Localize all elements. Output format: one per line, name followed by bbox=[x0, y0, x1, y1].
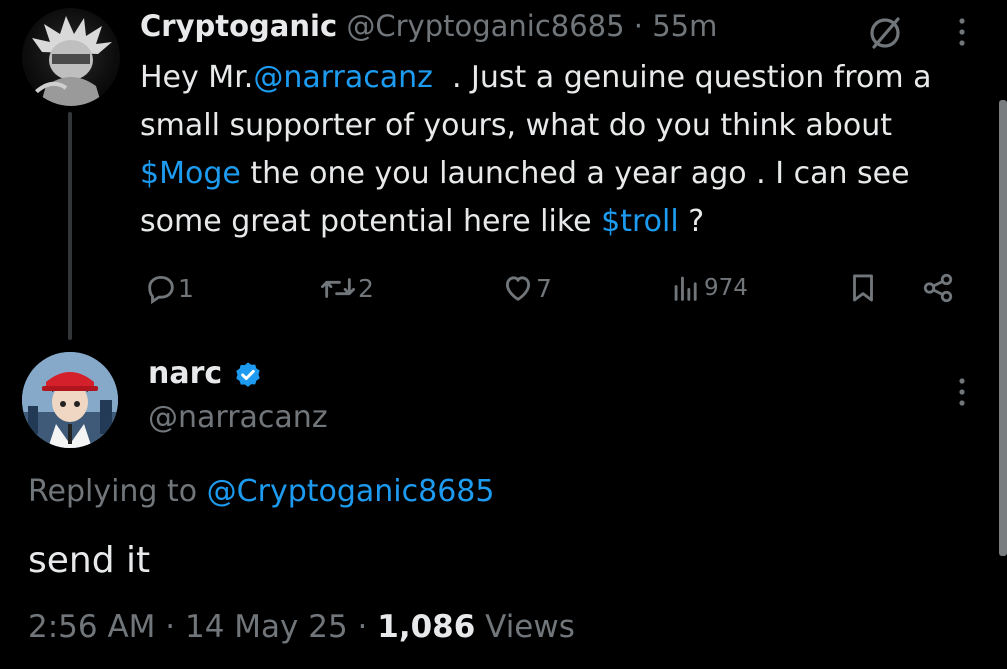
views-button[interactable]: 974 bbox=[668, 266, 748, 310]
parent-time-ago[interactable]: 55m bbox=[652, 9, 717, 43]
reply-tweet-text: send it bbox=[28, 540, 151, 581]
reply-count: 1 bbox=[178, 273, 194, 303]
reply-time[interactable]: 2:56 AM bbox=[28, 609, 155, 645]
more-icon[interactable] bbox=[952, 374, 972, 410]
verified-icon bbox=[232, 360, 264, 392]
cryptoganic-avatar[interactable] bbox=[22, 8, 120, 106]
narc-avatar[interactable] bbox=[22, 352, 118, 448]
parent-author-name[interactable]: Cryptoganic bbox=[140, 9, 337, 43]
parent-tweet-header: Cryptoganic @Cryptoganic8685 · 55m bbox=[140, 6, 717, 46]
reply-views-count: 1,086 bbox=[377, 609, 476, 645]
more-icon[interactable] bbox=[952, 14, 972, 50]
meta-separator: · bbox=[155, 609, 185, 645]
views-count: 974 bbox=[704, 275, 748, 301]
replying-to-line: Replying to @Cryptoganic8685 bbox=[28, 470, 494, 514]
cashtag-link-troll[interactable]: $troll bbox=[601, 204, 679, 239]
parent-tweet-text: Hey Mr.@narracanz . Just a genuine quest… bbox=[140, 54, 970, 246]
thread-connector-line bbox=[68, 112, 72, 340]
repost-icon bbox=[318, 271, 358, 305]
repost-button[interactable]: 2 bbox=[318, 266, 374, 310]
mention-link[interactable]: @narracanz bbox=[253, 60, 433, 95]
share-button[interactable] bbox=[918, 266, 958, 310]
reply-button[interactable]: 1 bbox=[144, 266, 194, 310]
bookmark-button[interactable] bbox=[846, 266, 880, 310]
parent-author-handle[interactable]: @Cryptoganic8685 bbox=[346, 9, 624, 43]
text-segment: the one you launched a year ago . I can … bbox=[140, 156, 910, 239]
replying-to-link[interactable]: @Cryptoganic8685 bbox=[207, 474, 495, 509]
parent-tweet-actions: 1 2 7 974 bbox=[140, 266, 970, 310]
text-segment: Hey Mr. bbox=[140, 60, 254, 95]
share-icon bbox=[918, 271, 958, 305]
like-button[interactable]: 7 bbox=[500, 266, 552, 310]
repost-count: 2 bbox=[358, 273, 374, 303]
header-separator: · bbox=[633, 9, 644, 43]
bookmark-icon bbox=[846, 271, 880, 305]
replying-prefix: Replying to bbox=[28, 474, 207, 509]
scrollbar[interactable] bbox=[999, 100, 1007, 556]
like-icon bbox=[500, 271, 536, 305]
cashtag-link-moge[interactable]: $Moge bbox=[140, 156, 241, 191]
meta-separator: · bbox=[347, 609, 378, 645]
reply-author-handle[interactable]: @narracanz bbox=[148, 396, 328, 440]
grok-icon[interactable] bbox=[866, 14, 904, 52]
reply-icon bbox=[144, 271, 178, 305]
reply-author-name[interactable]: narc bbox=[148, 352, 222, 396]
text-segment: ? bbox=[678, 204, 705, 239]
reply-date[interactable]: 14 May 25 bbox=[185, 609, 348, 645]
like-count: 7 bbox=[536, 273, 552, 303]
reply-views-label: Views bbox=[475, 609, 575, 645]
reply-meta: 2:56 AM · 14 May 25 · 1,086 Views bbox=[28, 604, 575, 650]
views-icon bbox=[668, 271, 704, 305]
